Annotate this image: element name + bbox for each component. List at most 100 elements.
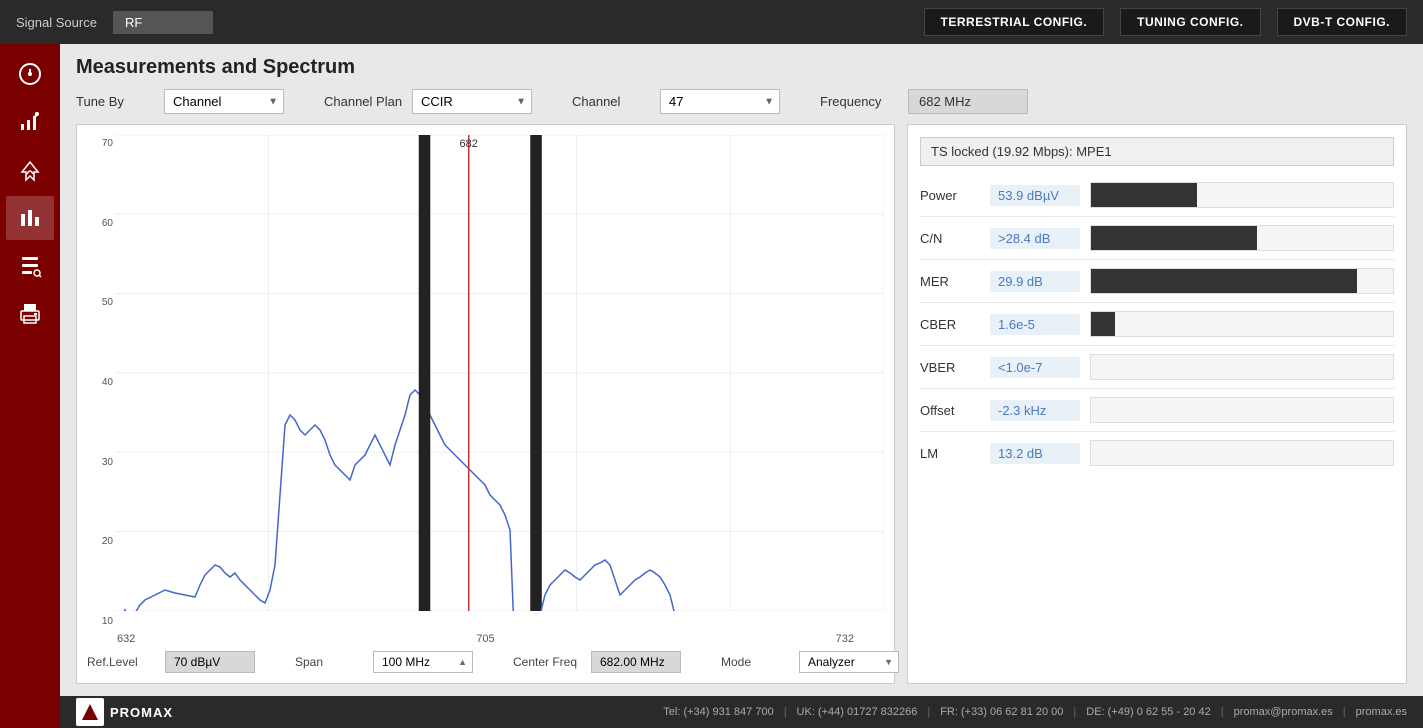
svg-text:682: 682	[460, 138, 478, 150]
signal-source-value: RF	[113, 11, 213, 34]
meas-label-cber: CBER	[920, 317, 980, 332]
meas-bar-container-power	[1090, 182, 1394, 208]
meas-bar-container-offset	[1090, 397, 1394, 423]
meas-value-c/n: >28.4 dB	[990, 228, 1080, 249]
signal-source-label: Signal Source	[16, 15, 97, 30]
meas-value-vber: <1.0e-7	[990, 357, 1080, 378]
meas-value-lm: 13.2 dB	[990, 443, 1080, 464]
topbar: Signal Source RF TERRESTRIAL CONFIG. TUN…	[0, 0, 1423, 44]
meas-value-offset: -2.3 kHz	[990, 400, 1080, 421]
meas-label-mer: MER	[920, 274, 980, 289]
terrestrial-config-button[interactable]: TERRESTRIAL CONFIG.	[924, 8, 1105, 36]
y-label-40: 40	[87, 378, 115, 388]
sidebar-item-print[interactable]	[6, 292, 54, 336]
dvbt-config-button[interactable]: DVB-T CONFIG.	[1277, 8, 1408, 36]
tune-by-label: Tune By	[76, 94, 156, 109]
frequency-value: 682 MHz	[908, 89, 1028, 114]
frequency-group: Frequency 682 MHz	[820, 89, 1028, 114]
sidebar-item-tools[interactable]	[6, 244, 54, 288]
channel-plan-select-wrapper[interactable]: CCIR	[412, 89, 532, 114]
bottom-controls: Ref.Level 70 dBµV Span 100 MHz	[87, 645, 884, 673]
x-label-732: 732	[836, 633, 854, 645]
promax-icon	[76, 698, 104, 726]
center-freq-label: Center Freq	[513, 655, 583, 669]
sidebar-item-signal[interactable]	[6, 148, 54, 192]
y-label-60: 60	[87, 219, 115, 229]
ref-level-group: Ref.Level 70 dBµV	[87, 651, 255, 673]
meas-bar-mer	[1091, 269, 1357, 293]
span-select-wrapper[interactable]: 100 MHz	[373, 651, 473, 673]
meas-bar-container-cber	[1090, 311, 1394, 337]
measurement-row: C/N >28.4 dB	[920, 217, 1394, 260]
tuning-config-button[interactable]: TUNING CONFIG.	[1120, 8, 1260, 36]
spectrum-chart: 682	[115, 135, 884, 611]
meas-bar-container-mer	[1090, 268, 1394, 294]
y-label-10: 10	[87, 617, 115, 627]
x-axis-labels: 632 705 732	[87, 631, 884, 645]
footer-email: promax@promax.es	[1234, 706, 1333, 718]
meas-label-offset: Offset	[920, 403, 980, 418]
y-label-50: 50	[87, 298, 115, 308]
tune-by-select-wrapper[interactable]: Channel	[164, 89, 284, 114]
x-label-705: 705	[476, 633, 494, 645]
sidebar	[0, 44, 60, 728]
meas-bar-container-vber	[1090, 354, 1394, 380]
meas-label-vber: VBER	[920, 360, 980, 375]
measurement-row: VBER <1.0e-7	[920, 346, 1394, 389]
y-axis: 70 60 50 40 30 20 10	[87, 135, 115, 631]
meas-bar-cber	[1091, 312, 1115, 336]
page: Measurements and Spectrum Tune By Channe…	[60, 44, 1423, 696]
chart-area: 682	[115, 135, 884, 611]
meas-value-power: 53.9 dBµV	[990, 185, 1080, 206]
sidebar-item-dashboard[interactable]	[6, 52, 54, 96]
main-layout: Measurements and Spectrum Tune By Channe…	[0, 44, 1423, 728]
meas-bar-power	[1091, 183, 1197, 207]
x-label-632: 632	[117, 633, 135, 645]
meas-label-c/n: C/N	[920, 231, 980, 246]
ref-level-label: Ref.Level	[87, 655, 157, 669]
measurement-row: Offset -2.3 kHz	[920, 389, 1394, 432]
mode-select-wrapper[interactable]: Analyzer	[799, 651, 899, 673]
channel-plan-label: Channel Plan	[324, 94, 404, 109]
footer: PROMAX Tel: (+34) 931 847 700 | UK: (+44…	[60, 696, 1423, 728]
meas-bar-container-lm	[1090, 440, 1394, 466]
footer-tel: Tel: (+34) 931 847 700	[663, 706, 773, 718]
measurement-row: MER 29.9 dB	[920, 260, 1394, 303]
footer-de: DE: (+49) 0 62 55 - 20 42	[1086, 706, 1210, 718]
mode-select[interactable]: Analyzer	[799, 651, 899, 673]
meas-label-power: Power	[920, 188, 980, 203]
center-freq-group: Center Freq 682.00 MHz	[513, 651, 681, 673]
channel-select-wrapper[interactable]: 47	[660, 89, 780, 114]
footer-fr: FR: (+33) 06 62 81 20 00	[940, 706, 1063, 718]
span-group: Span 100 MHz	[295, 651, 473, 673]
measurements-container: Power 53.9 dBµV C/N >28.4 dB MER 29.9 dB CBER 1…	[920, 174, 1394, 474]
meas-value-mer: 29.9 dB	[990, 271, 1080, 292]
meas-value-cber: 1.6e-5	[990, 314, 1080, 335]
sidebar-item-measurements[interactable]	[6, 196, 54, 240]
channel-group: Channel 47	[572, 89, 780, 114]
y-label-20: 20	[87, 537, 115, 547]
span-label: Span	[295, 655, 365, 669]
footer-uk: UK: (+44) 01727 832266	[797, 706, 918, 718]
ts-status: TS locked (19.92 Mbps): MPE1	[920, 137, 1394, 166]
footer-logo: PROMAX	[76, 698, 173, 726]
controls-row: Tune By Channel Channel Plan CCIR	[76, 89, 1407, 114]
tune-by-select[interactable]: Channel	[164, 89, 284, 114]
footer-logo-text: PROMAX	[110, 705, 173, 720]
channel-select[interactable]: 47	[660, 89, 780, 114]
ref-level-value: 70 dBµV	[165, 651, 255, 673]
meas-bar-c/n	[1091, 226, 1257, 250]
measurement-row: CBER 1.6e-5	[920, 303, 1394, 346]
channel-plan-select[interactable]: CCIR	[412, 89, 532, 114]
meas-label-lm: LM	[920, 446, 980, 461]
channel-label: Channel	[572, 94, 652, 109]
meas-bar-container-c/n	[1090, 225, 1394, 251]
mode-group: Mode Analyzer	[721, 651, 899, 673]
center-freq-value: 682.00 MHz	[591, 651, 681, 673]
measurement-row: Power 53.9 dBµV	[920, 174, 1394, 217]
measurement-row: LM 13.2 dB	[920, 432, 1394, 474]
frequency-label: Frequency	[820, 94, 900, 109]
y-label-30: 30	[87, 458, 115, 468]
sidebar-item-chart-settings[interactable]	[6, 100, 54, 144]
span-select[interactable]: 100 MHz	[373, 651, 473, 673]
